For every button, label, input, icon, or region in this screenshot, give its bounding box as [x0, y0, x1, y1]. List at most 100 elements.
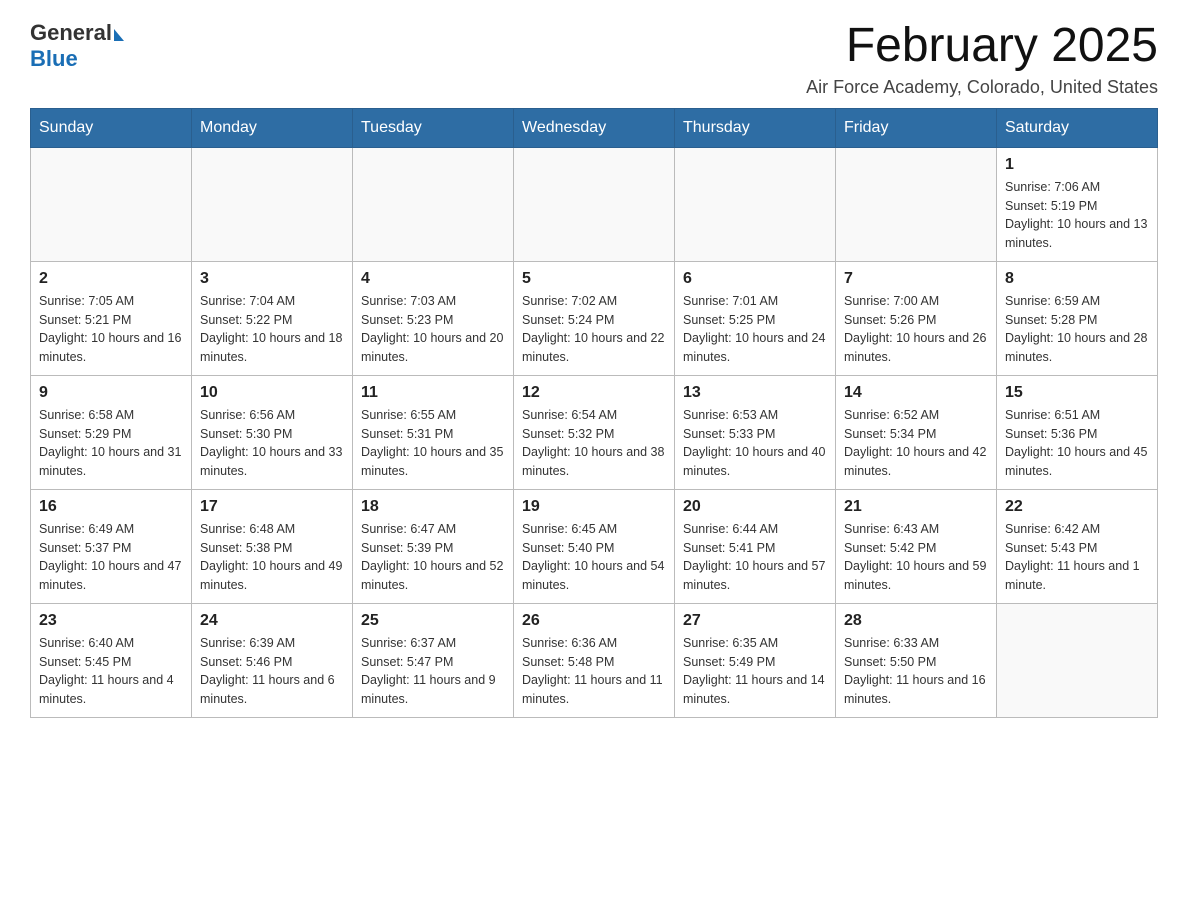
calendar-day-cell: 13 Sunrise: 6:53 AMSunset: 5:33 PMDayligh… [675, 375, 836, 489]
day-info: Sunrise: 6:45 AMSunset: 5:40 PMDaylight:… [522, 520, 666, 595]
day-number: 24 [200, 612, 344, 630]
day-info: Sunrise: 6:42 AMSunset: 5:43 PMDaylight:… [1005, 520, 1149, 595]
day-number: 12 [522, 384, 666, 402]
day-info: Sunrise: 6:44 AMSunset: 5:41 PMDaylight:… [683, 520, 827, 595]
calendar-day-cell: 8Sunrise: 6:59 AMSunset: 5:28 PMDaylight… [997, 261, 1158, 375]
calendar-day-cell: 9 Sunrise: 6:58 AMSunset: 5:29 PMDaylight… [31, 375, 192, 489]
day-of-week-header: Thursday [675, 108, 836, 147]
day-number: 26 [522, 612, 666, 630]
calendar-day-cell: 15Sunrise: 6:51 AMSunset: 5:36 PMDayligh… [997, 375, 1158, 489]
calendar-day-cell: 21 Sunrise: 6:43 AMSunset: 5:42 PMDayligh… [836, 489, 997, 603]
day-info: Sunrise: 6:59 AMSunset: 5:28 PMDaylight:… [1005, 292, 1149, 367]
day-number: 14 [844, 384, 988, 402]
calendar-day-cell: 20 Sunrise: 6:44 AMSunset: 5:41 PMDayligh… [675, 489, 836, 603]
calendar-day-cell: 7 Sunrise: 7:00 AMSunset: 5:26 PMDaylight… [836, 261, 997, 375]
day-info: Sunrise: 6:43 AMSunset: 5:42 PMDaylight:… [844, 520, 988, 595]
day-number: 19 [522, 498, 666, 516]
calendar-day-cell [836, 147, 997, 261]
calendar-day-cell: 24 Sunrise: 6:39 AMSunset: 5:46 PMDayligh… [192, 603, 353, 717]
calendar-day-cell: 3 Sunrise: 7:04 AMSunset: 5:22 PMDaylight… [192, 261, 353, 375]
day-number: 28 [844, 612, 988, 630]
day-number: 3 [200, 270, 344, 288]
day-info: Sunrise: 7:05 AMSunset: 5:21 PMDaylight:… [39, 292, 183, 367]
logo-blue-text: Blue [30, 46, 78, 72]
calendar-day-cell: 10 Sunrise: 6:56 AMSunset: 5:30 PMDayligh… [192, 375, 353, 489]
calendar-day-cell [675, 147, 836, 261]
calendar-day-cell: 27 Sunrise: 6:35 AMSunset: 5:49 PMDayligh… [675, 603, 836, 717]
calendar-day-cell: 25 Sunrise: 6:37 AMSunset: 5:47 PMDayligh… [353, 603, 514, 717]
day-number: 23 [39, 612, 183, 630]
day-of-week-header: Saturday [997, 108, 1158, 147]
day-info: Sunrise: 7:01 AMSunset: 5:25 PMDaylight:… [683, 292, 827, 367]
location-text: Air Force Academy, Colorado, United Stat… [806, 77, 1158, 98]
day-number: 9 [39, 384, 183, 402]
calendar-week-row: 16 Sunrise: 6:49 AMSunset: 5:37 PMDayligh… [31, 489, 1158, 603]
logo-general-text: General [30, 20, 112, 46]
calendar-day-cell: 6 Sunrise: 7:01 AMSunset: 5:25 PMDaylight… [675, 261, 836, 375]
day-info: Sunrise: 6:51 AMSunset: 5:36 PMDaylight:… [1005, 406, 1149, 481]
day-of-week-header: Wednesday [514, 108, 675, 147]
calendar-day-cell [353, 147, 514, 261]
calendar-day-cell: 18Sunrise: 6:47 AMSunset: 5:39 PMDayligh… [353, 489, 514, 603]
day-number: 16 [39, 498, 183, 516]
calendar-week-row: 9 Sunrise: 6:58 AMSunset: 5:29 PMDaylight… [31, 375, 1158, 489]
day-number: 21 [844, 498, 988, 516]
day-number: 10 [200, 384, 344, 402]
day-info: Sunrise: 7:00 AMSunset: 5:26 PMDaylight:… [844, 292, 988, 367]
calendar-day-cell: 14 Sunrise: 6:52 AMSunset: 5:34 PMDayligh… [836, 375, 997, 489]
calendar-day-cell: 19 Sunrise: 6:45 AMSunset: 5:40 PMDayligh… [514, 489, 675, 603]
day-info: Sunrise: 6:33 AMSunset: 5:50 PMDaylight:… [844, 634, 988, 709]
calendar-day-cell: 5Sunrise: 7:02 AMSunset: 5:24 PMDaylight… [514, 261, 675, 375]
day-number: 13 [683, 384, 827, 402]
calendar-day-cell: 22Sunrise: 6:42 AMSunset: 5:43 PMDayligh… [997, 489, 1158, 603]
day-number: 27 [683, 612, 827, 630]
day-of-week-header: Friday [836, 108, 997, 147]
calendar-day-cell: 1 Sunrise: 7:06 AMSunset: 5:19 PMDaylight… [997, 147, 1158, 261]
day-of-week-header: Tuesday [353, 108, 514, 147]
day-info: Sunrise: 6:54 AMSunset: 5:32 PMDaylight:… [522, 406, 666, 481]
day-info: Sunrise: 6:49 AMSunset: 5:37 PMDaylight:… [39, 520, 183, 595]
calendar-day-cell [997, 603, 1158, 717]
calendar-table: SundayMondayTuesdayWednesdayThursdayFrid… [30, 108, 1158, 718]
day-info: Sunrise: 6:48 AMSunset: 5:38 PMDaylight:… [200, 520, 344, 595]
calendar-week-row: 1 Sunrise: 7:06 AMSunset: 5:19 PMDaylight… [31, 147, 1158, 261]
calendar-day-cell: 11 Sunrise: 6:55 AMSunset: 5:31 PMDayligh… [353, 375, 514, 489]
calendar-day-cell: 23Sunrise: 6:40 AMSunset: 5:45 PMDayligh… [31, 603, 192, 717]
day-number: 17 [200, 498, 344, 516]
calendar-day-cell: 28 Sunrise: 6:33 AMSunset: 5:50 PMDayligh… [836, 603, 997, 717]
day-info: Sunrise: 7:06 AMSunset: 5:19 PMDaylight:… [1005, 178, 1149, 253]
logo-arrow-icon [114, 29, 124, 41]
day-info: Sunrise: 6:55 AMSunset: 5:31 PMDaylight:… [361, 406, 505, 481]
day-info: Sunrise: 6:47 AMSunset: 5:39 PMDaylight:… [361, 520, 505, 595]
calendar-day-cell [31, 147, 192, 261]
calendar-header-row: SundayMondayTuesdayWednesdayThursdayFrid… [31, 108, 1158, 147]
day-info: Sunrise: 6:53 AMSunset: 5:33 PMDaylight:… [683, 406, 827, 481]
day-info: Sunrise: 6:35 AMSunset: 5:49 PMDaylight:… [683, 634, 827, 709]
day-info: Sunrise: 7:04 AMSunset: 5:22 PMDaylight:… [200, 292, 344, 367]
day-number: 11 [361, 384, 505, 402]
calendar-day-cell: 16 Sunrise: 6:49 AMSunset: 5:37 PMDayligh… [31, 489, 192, 603]
day-number: 1 [1005, 156, 1149, 174]
day-number: 6 [683, 270, 827, 288]
day-number: 2 [39, 270, 183, 288]
calendar-day-cell [192, 147, 353, 261]
calendar-day-cell: 26Sunrise: 6:36 AMSunset: 5:48 PMDayligh… [514, 603, 675, 717]
title-section: February 2025 Air Force Academy, Colorad… [806, 20, 1158, 98]
calendar-day-cell: 17 Sunrise: 6:48 AMSunset: 5:38 PMDayligh… [192, 489, 353, 603]
day-number: 4 [361, 270, 505, 288]
day-info: Sunrise: 7:03 AMSunset: 5:23 PMDaylight:… [361, 292, 505, 367]
day-info: Sunrise: 6:39 AMSunset: 5:46 PMDaylight:… [200, 634, 344, 709]
day-info: Sunrise: 6:56 AMSunset: 5:30 PMDaylight:… [200, 406, 344, 481]
day-number: 20 [683, 498, 827, 516]
calendar-week-row: 23Sunrise: 6:40 AMSunset: 5:45 PMDayligh… [31, 603, 1158, 717]
day-info: Sunrise: 6:37 AMSunset: 5:47 PMDaylight:… [361, 634, 505, 709]
calendar-day-cell: 4 Sunrise: 7:03 AMSunset: 5:23 PMDaylight… [353, 261, 514, 375]
day-info: Sunrise: 6:58 AMSunset: 5:29 PMDaylight:… [39, 406, 183, 481]
day-info: Sunrise: 6:52 AMSunset: 5:34 PMDaylight:… [844, 406, 988, 481]
day-number: 25 [361, 612, 505, 630]
logo: General Blue [30, 20, 124, 72]
day-number: 7 [844, 270, 988, 288]
calendar-day-cell: 12 Sunrise: 6:54 AMSunset: 5:32 PMDayligh… [514, 375, 675, 489]
day-info: Sunrise: 7:02 AMSunset: 5:24 PMDaylight:… [522, 292, 666, 367]
day-of-week-header: Sunday [31, 108, 192, 147]
